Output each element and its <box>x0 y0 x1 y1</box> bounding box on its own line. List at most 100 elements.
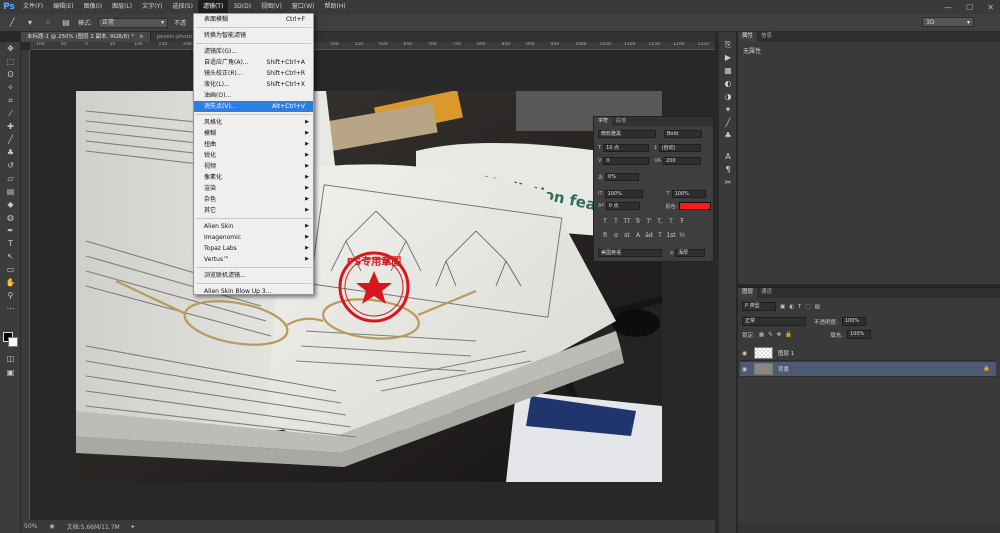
type-style-button[interactable]: T, <box>655 218 665 225</box>
language-select[interactable]: 美国英语 <box>598 249 662 257</box>
visibility-eye-icon[interactable]: ◉ <box>740 366 749 373</box>
filter-menu-item[interactable]: Imagenomic ▶ <box>194 232 313 243</box>
workspace-select[interactable]: 3D ▾ <box>922 17 974 27</box>
font-size-field[interactable]: 10 点 <box>603 144 650 152</box>
filter-menu-item[interactable]: Vertus™ ▶ <box>194 254 313 265</box>
opacity-field[interactable]: 100% <box>841 317 866 326</box>
menu-item[interactable]: 帮助(H) <box>320 0 351 14</box>
mode-select[interactable]: 正常 ▾ <box>98 17 169 28</box>
lock-move-icon[interactable]: ✥ <box>777 332 782 338</box>
filter-menu-item[interactable]: 液化(L)... Shift+Ctrl+X <box>194 79 313 90</box>
opentype-button[interactable]: σ <box>611 232 621 239</box>
fill-field[interactable]: 100% <box>847 330 871 339</box>
filter-menu-item[interactable]: 自适应广角(A)... Shift+Ctrl+A <box>194 57 313 68</box>
extra-tools-icon[interactable]: ⋯ <box>0 302 21 315</box>
opentype-button[interactable]: 1st <box>666 232 676 239</box>
filter-menu-item[interactable]: 扭曲 ▶ <box>194 139 313 150</box>
type-style-button[interactable]: Tr <box>633 218 643 225</box>
styles-panel-icon[interactable]: ✦ <box>719 103 737 116</box>
pen-tool-icon[interactable]: ✒ <box>0 224 21 237</box>
hand-tool-icon[interactable]: ✋ <box>0 276 21 289</box>
document-tab[interactable]: pexels-photo <box>150 32 200 42</box>
path-select-icon[interactable]: ↖ <box>0 250 21 263</box>
tab-properties[interactable]: 属性 <box>738 32 758 42</box>
filter-menu-item[interactable]: 油画(O)... <box>194 90 313 101</box>
opentype-button[interactable]: fi <box>600 232 610 239</box>
kerning-field[interactable]: 0 <box>603 157 650 165</box>
tab-character[interactable]: 字符 <box>594 117 613 126</box>
filter-menu-item[interactable]: 锐化 ▶ <box>194 150 313 161</box>
type-style-button[interactable]: T <box>600 218 610 225</box>
actions-panel-icon[interactable]: ▶ <box>719 51 737 64</box>
status-menu-icon[interactable]: ◉ <box>49 523 54 530</box>
screen-mode-icon[interactable]: ▣ <box>0 366 21 379</box>
blend-mode-select[interactable]: 正常 <box>742 317 806 326</box>
filter-menu-item[interactable]: 杂色 ▶ <box>194 194 313 205</box>
lasso-tool-icon[interactable]: ʘ <box>0 68 21 81</box>
clone-stamp-icon[interactable]: ♣ <box>0 146 21 159</box>
character-panel-icon[interactable]: A <box>719 150 737 163</box>
menu-item[interactable]: 编辑(E) <box>48 0 78 14</box>
menu-item[interactable]: 窗口(W) <box>287 0 320 14</box>
toggle-brush-panel-icon[interactable]: ▤ <box>60 17 72 29</box>
filter-menu-item[interactable]: 镜头校正(R)... Shift+Ctrl+R <box>194 68 313 79</box>
brush-panel-icon[interactable]: ╱ <box>719 116 737 129</box>
close-icon[interactable]: ✕ <box>987 3 994 12</box>
shape-tool-icon[interactable]: ▭ <box>0 263 21 276</box>
document-tab[interactable]: 未标题-1 @ 250% (图层 2 副本, RGB/8) * × <box>21 32 151 42</box>
tool-presets-icon[interactable]: ✂ <box>719 176 737 189</box>
quick-select-icon[interactable]: ✧ <box>0 81 21 94</box>
filter-menu-item[interactable]: 像素化 ▶ <box>194 172 313 183</box>
menu-item[interactable]: 图像(I) <box>79 0 107 14</box>
color-panel-icon[interactable]: ◐ <box>719 77 737 90</box>
adjustments-panel-icon[interactable]: ◑ <box>719 90 737 103</box>
lock-paint-icon[interactable]: ✎ <box>768 332 773 338</box>
font-style-select[interactable]: Bold <box>664 130 702 138</box>
type-style-button[interactable]: T <box>666 218 676 225</box>
paragraph-panel-icon[interactable]: ¶ <box>719 163 737 176</box>
filter-menu-item[interactable]: 表面模糊 Ctrl+F <box>194 14 313 25</box>
lock-transparent-icon[interactable]: ▦ <box>759 332 764 338</box>
filter-menu-item[interactable]: 视频 ▶ <box>194 161 313 172</box>
filter-menu-item[interactable]: Alien Skin ▶ <box>194 221 313 232</box>
brush-size-icon[interactable]: ⁘ <box>42 17 54 29</box>
layer-row[interactable]: ◉ 图层 1 <box>740 346 996 361</box>
status-arrow-icon[interactable]: ▸ <box>132 523 135 530</box>
layer-row[interactable]: ◉ 背景 🔒 <box>740 362 996 377</box>
filter-menu-item[interactable]: 渲染 ▶ <box>194 183 313 194</box>
menu-item[interactable]: 图层(L) <box>107 0 137 14</box>
brush-preset-icon[interactable]: ▾ <box>24 17 36 29</box>
zoom-level[interactable]: 50% <box>24 523 37 530</box>
brush-tool-icon[interactable]: ╱ <box>0 133 21 146</box>
filter-menu-item[interactable]: 模糊 ▶ <box>194 128 313 139</box>
visibility-eye-icon[interactable]: ◉ <box>740 350 749 357</box>
filter-menu-item[interactable]: 风格化 ▶ <box>194 117 313 128</box>
pixel-filter-icon[interactable]: ▣ <box>780 304 785 310</box>
filter-menu-item[interactable]: Alien Skin Blow Up 3... <box>194 286 313 297</box>
smart-filter-icon[interactable]: ▨ <box>815 304 820 310</box>
filter-menu-item[interactable]: 浏览联机滤镜... <box>194 270 313 281</box>
document-photo[interactable]: Mediation fea <box>76 91 662 482</box>
tracking-field[interactable]: 200 <box>662 157 701 165</box>
brush-tool-icon[interactable]: ╱ <box>6 17 18 29</box>
lock-all-icon[interactable]: 🔒 <box>785 332 792 338</box>
horizontal-scale-field[interactable]: 100% <box>671 190 706 198</box>
tab-channels[interactable]: 通道 <box>757 288 776 298</box>
vertical-scale-field[interactable]: 100% <box>604 190 643 198</box>
menu-item[interactable]: 视图(V) <box>256 0 287 14</box>
minimize-icon[interactable]: — <box>944 3 952 12</box>
opentype-button[interactable]: ād <box>644 232 654 239</box>
zoom-tool-icon[interactable]: ⚲ <box>0 289 21 302</box>
type-style-button[interactable]: T' <box>644 218 654 225</box>
type-style-button[interactable]: TT <box>622 218 632 225</box>
tab-layers[interactable]: 图层 <box>738 288 758 298</box>
filter-menu-item[interactable]: 滤镜库(G)... <box>194 46 313 57</box>
move-tool-icon[interactable]: ✥ <box>0 42 21 55</box>
tab-paragraph[interactable]: 段落 <box>612 117 630 126</box>
background-color-swatch[interactable] <box>8 337 18 347</box>
swatches-panel-icon[interactable]: ▦ <box>719 64 737 77</box>
filter-menu-item[interactable]: 转换为智能滤镜 <box>194 30 313 41</box>
opentype-button[interactable]: st <box>622 232 632 239</box>
text-color-swatch[interactable] <box>679 202 712 210</box>
leading-field[interactable]: (自动) <box>658 144 701 152</box>
